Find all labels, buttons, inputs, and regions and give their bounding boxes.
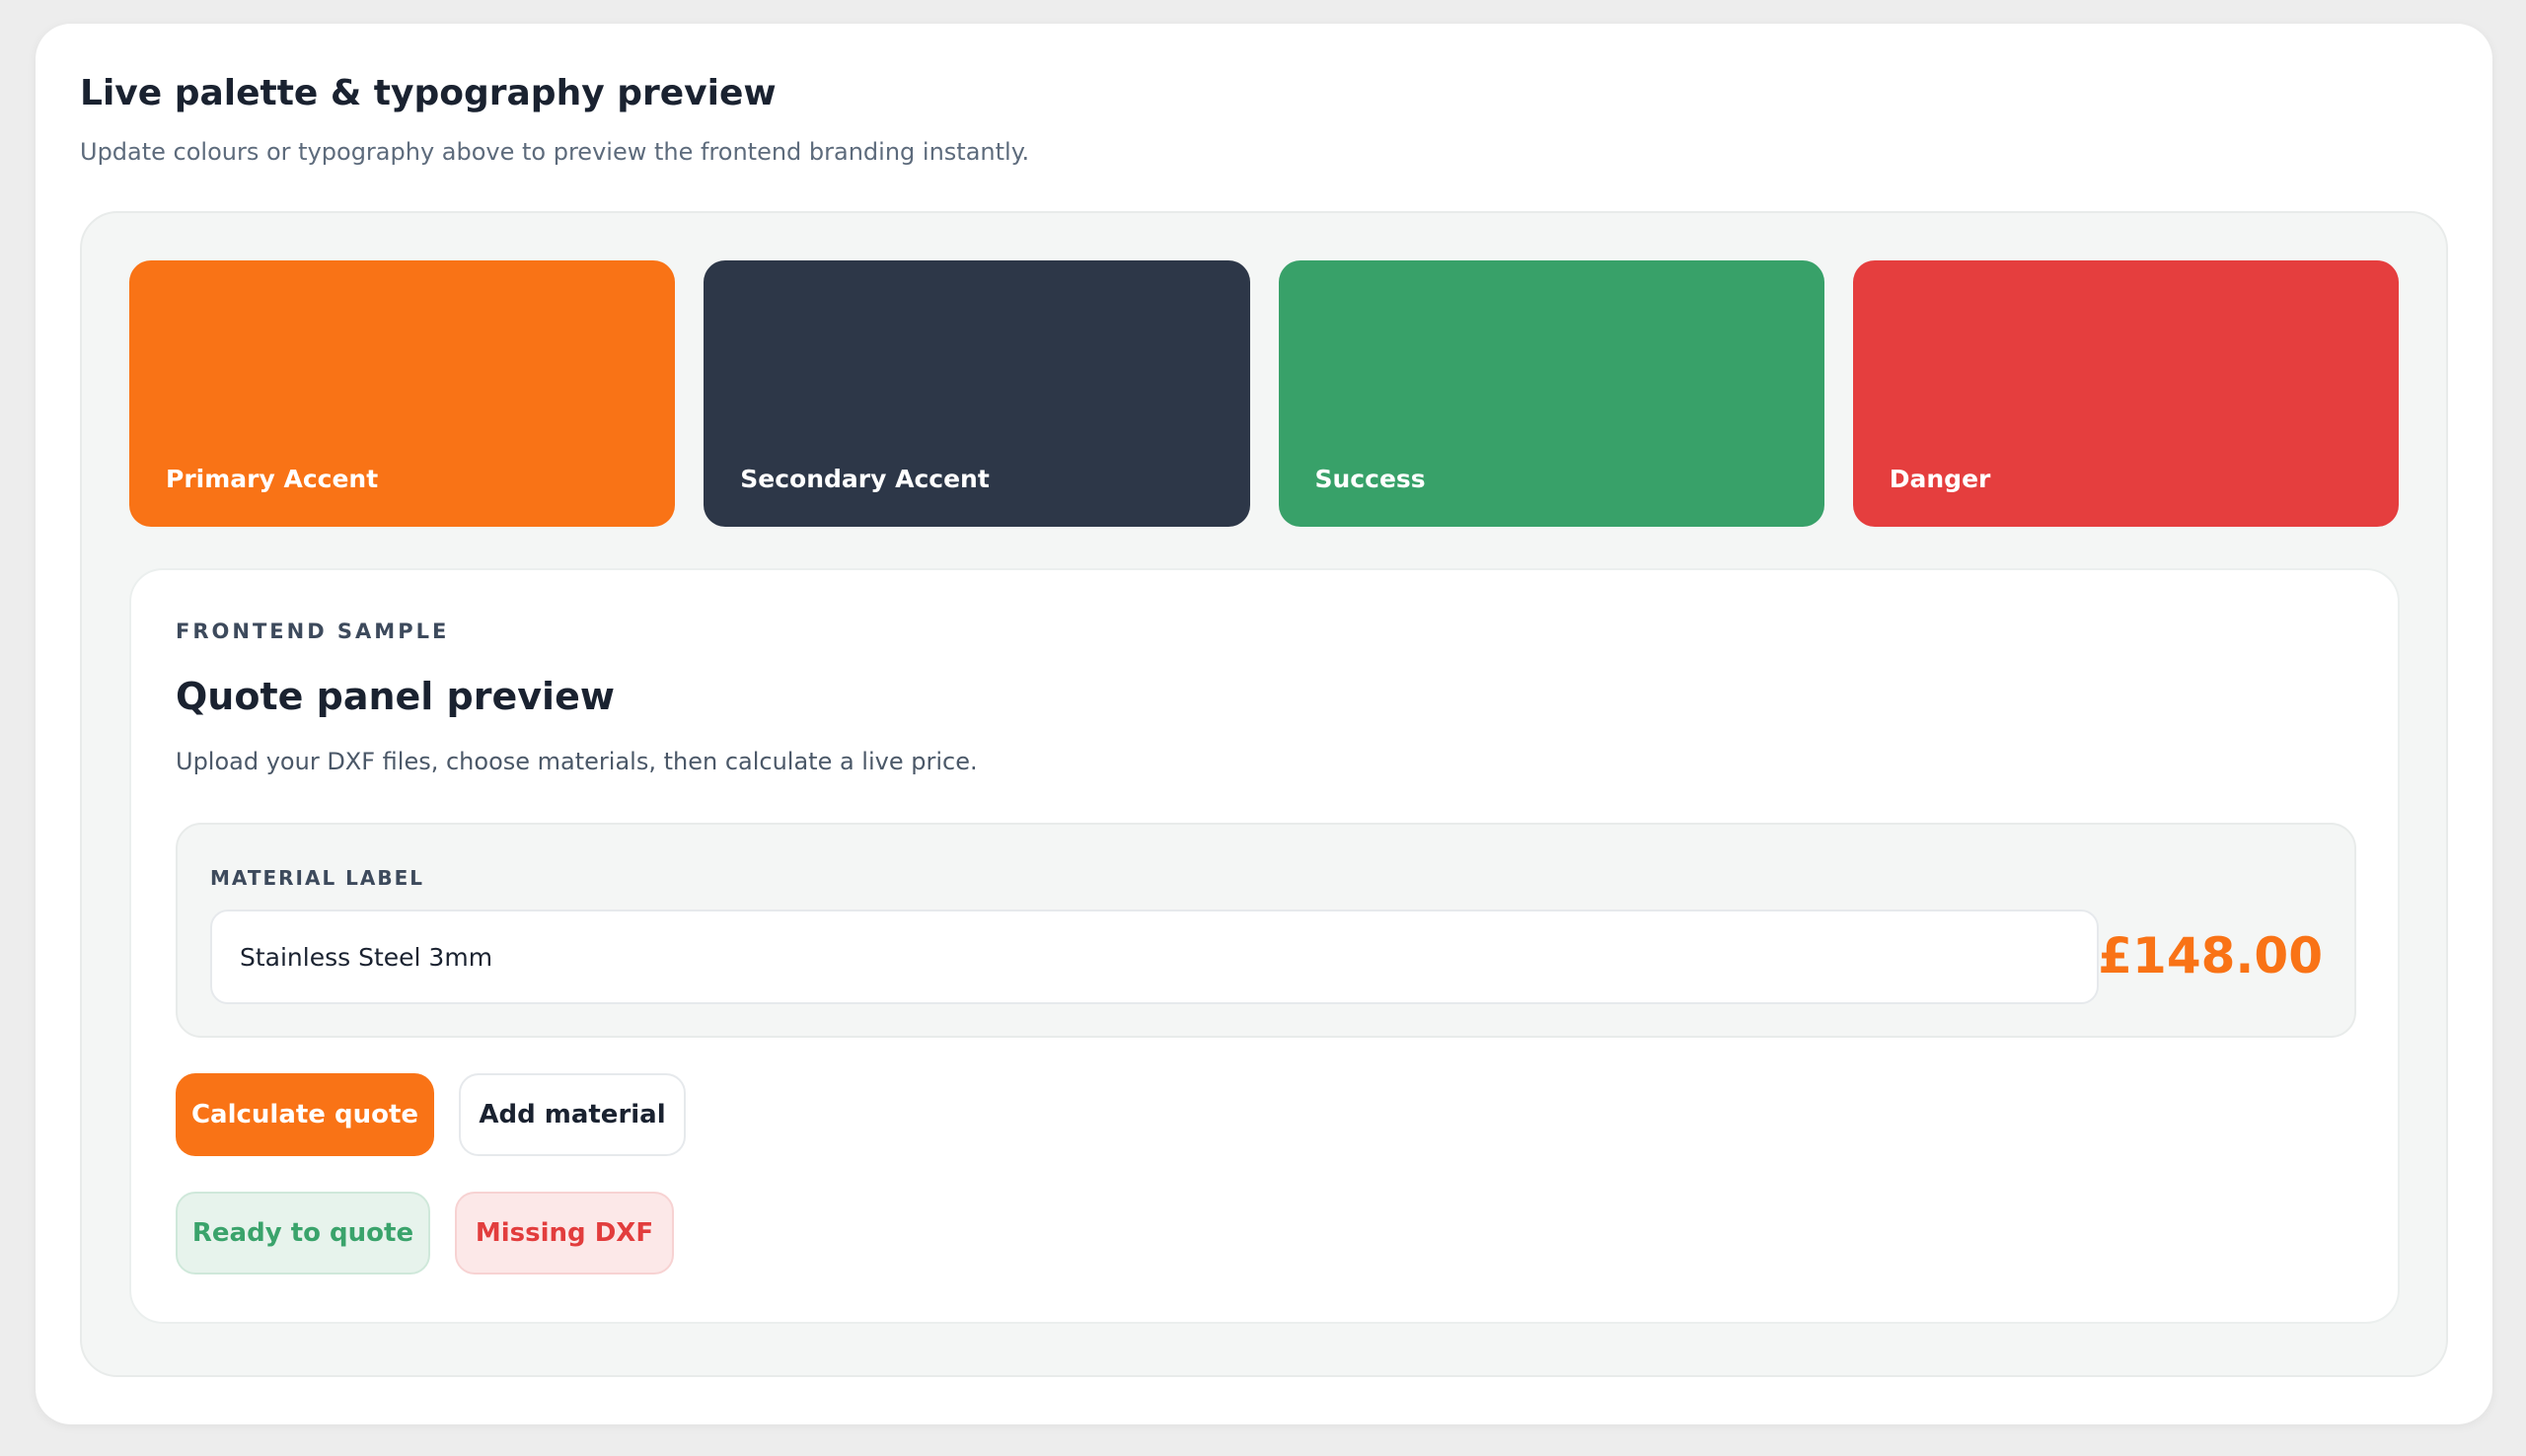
palette-swatches: Primary Accent Secondary Accent Success … [129, 260, 2399, 527]
sample-eyebrow: FRONTEND SAMPLE [176, 619, 450, 643]
missing-dxf-badge: Missing DXF [455, 1192, 674, 1274]
ready-status-badge: Ready to quote [176, 1192, 430, 1274]
swatch-label: Success [1314, 465, 1426, 493]
frontend-sample-card: FRONTEND SAMPLE Quote panel preview Uplo… [129, 568, 2400, 1324]
material-input[interactable] [210, 910, 2099, 1004]
add-material-button[interactable]: Add material [459, 1073, 686, 1156]
swatch-label: Secondary Accent [740, 465, 990, 493]
swatch-primary-accent: Primary Accent [129, 260, 676, 527]
preview-card: Live palette & typography preview Update… [36, 24, 2492, 1424]
swatch-label: Danger [1889, 465, 1991, 493]
sample-title: Quote panel preview [176, 675, 615, 718]
price-value: £148.00 [2098, 927, 2323, 984]
swatch-label: Primary Accent [166, 465, 379, 493]
material-label: MATERIAL LABEL [210, 866, 425, 890]
sample-description: Upload your DXF files, choose materials,… [176, 748, 978, 775]
swatch-danger: Danger [1852, 260, 2399, 527]
swatch-secondary-accent: Secondary Accent [704, 260, 1250, 527]
section-title: Live palette & typography preview [80, 73, 777, 113]
calculate-quote-button[interactable]: Calculate quote [176, 1073, 434, 1156]
swatch-success: Success [1278, 260, 1824, 527]
material-box: MATERIAL LABEL £148.00 [176, 823, 2356, 1038]
preview-panel: Primary Accent Secondary Accent Success … [80, 211, 2448, 1377]
section-subtitle: Update colours or typography above to pr… [80, 138, 1030, 166]
